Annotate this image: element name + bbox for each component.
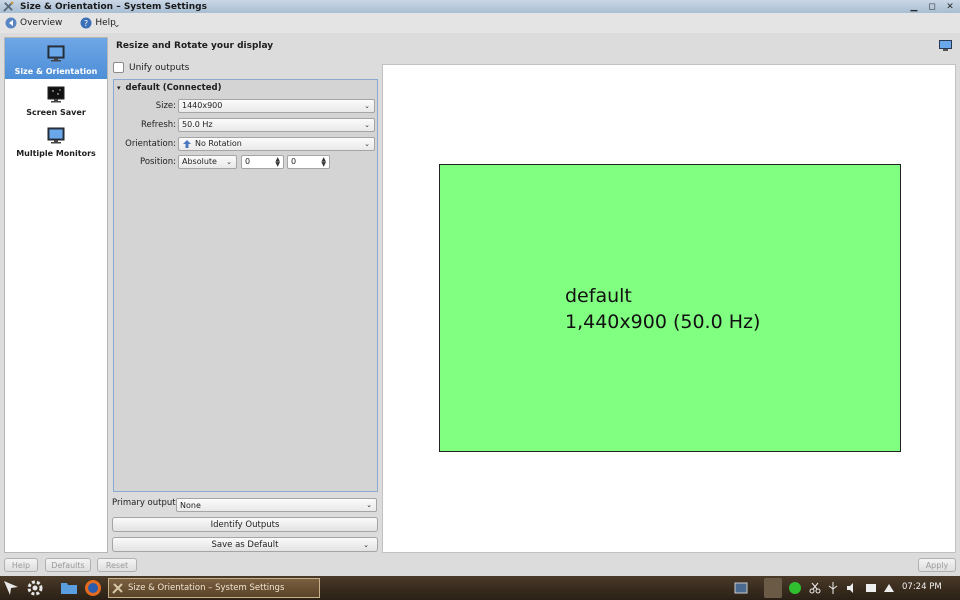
spin-arrows-icon[interactable]: ▲ ▼ [321, 156, 326, 167]
chevron-down-icon: ⌄ [364, 120, 370, 129]
volume-icon[interactable] [845, 581, 859, 595]
screen-saver-icon [47, 86, 65, 103]
display-preview: default 1,440x900 (50.0 Hz) [382, 64, 956, 553]
collapse-triangle-icon[interactable]: ▾ [117, 84, 121, 92]
usb-icon[interactable] [826, 581, 840, 595]
output-header-label: default (Connected) [125, 82, 222, 93]
chevron-down-icon[interactable]: ⌄ [113, 20, 121, 30]
orientation-combo[interactable]: No Rotation ⌄ [178, 136, 375, 151]
sidebar-item-screen-saver[interactable]: Screen Saver [5, 79, 107, 120]
spin-arrows-icon[interactable]: ▲ ▼ [275, 156, 280, 167]
output-screen-label: default 1,440x900 (50.0 Hz) [565, 283, 760, 335]
output-name: default [565, 285, 632, 307]
taskbar-window-label: Size & Orientation – System Settings [128, 583, 285, 593]
back-arrow-icon [5, 17, 17, 29]
window-title: Size & Orientation – System Settings [20, 1, 207, 12]
unify-outputs-label: Unify outputs [129, 62, 190, 73]
settings-gear-icon[interactable] [26, 579, 44, 597]
defaults-button[interactable]: Defaults [45, 558, 91, 572]
taskbar: Size & Orientation – System Settings 07:… [0, 576, 960, 600]
primary-output-combo[interactable]: None ⌄ [176, 498, 377, 512]
position-y-spinbox[interactable]: 0 ▲ ▼ [287, 154, 330, 169]
position-label: Position: [140, 156, 176, 167]
output-screen-rect[interactable]: default 1,440x900 (50.0 Hz) [439, 164, 901, 452]
save-as-default-label: Save as Default [211, 539, 279, 550]
rotation-arrow-icon [183, 139, 191, 148]
help-dialog-button[interactable]: Help [4, 558, 38, 572]
unify-outputs-checkbox[interactable]: Unify outputs [113, 62, 189, 73]
output-header[interactable]: ▾ default (Connected) [114, 80, 377, 95]
chevron-down-icon: ⌄ [366, 501, 372, 509]
size-row: Size: 1440x900 ⌄ [114, 98, 379, 113]
orientation-label: Orientation: [125, 138, 176, 149]
sidebar-item-label: Multiple Monitors [16, 149, 96, 158]
page-title: Resize and Rotate your display [116, 41, 274, 51]
position-x-value: 0 [245, 157, 251, 166]
refresh-label: Refresh: [141, 119, 176, 130]
sidebar-item-size-orientation[interactable]: Size & Orientation [5, 38, 107, 79]
orientation-value: No Rotation [195, 139, 242, 148]
toolbar: Overview ? Help ⌄ [0, 13, 960, 33]
sidebar-item-label: Size & Orientation [14, 67, 98, 76]
firefox-icon[interactable] [84, 579, 102, 597]
refresh-value: 50.0 Hz [182, 120, 213, 129]
size-label: Size: [155, 100, 176, 111]
sidebar-item-label: Screen Saver [26, 108, 86, 117]
close-button[interactable]: ✕ [944, 1, 956, 12]
primary-output-row: Primary output: [112, 498, 178, 508]
display-icon[interactable] [938, 39, 953, 52]
clock[interactable]: 07:24 PM [902, 582, 942, 592]
identify-outputs-button[interactable]: Identify Outputs [112, 517, 378, 532]
overview-label: Overview [20, 18, 63, 28]
position-x-spinbox[interactable]: 0 ▲ ▼ [241, 154, 284, 169]
primary-output-label: Primary output: [112, 498, 179, 508]
launcher-icon[interactable] [2, 579, 20, 597]
position-row: Position: Absolute ⌄ 0 ▲ ▼ 0 ▲ ▼ [114, 154, 379, 169]
help-icon: ? [80, 17, 92, 29]
position-y-value: 0 [291, 157, 297, 166]
orientation-row: Orientation: No Rotation ⌄ [114, 136, 379, 151]
checkbox[interactable] [113, 62, 124, 73]
output-resolution: 1,440x900 (50.0 Hz) [565, 311, 761, 333]
tray-handle[interactable] [764, 578, 782, 598]
folder-icon[interactable] [60, 579, 78, 597]
refresh-combo[interactable]: 50.0 Hz ⌄ [178, 117, 375, 132]
taskbar-window-button[interactable]: Size & Orientation – System Settings [108, 578, 320, 598]
chevron-down-icon: ⌄ [364, 139, 370, 148]
reset-button[interactable]: Reset [97, 558, 137, 572]
title-bar: Size & Orientation – System Settings ▁ ◻… [0, 0, 960, 13]
identify-outputs-label: Identify Outputs [210, 519, 280, 530]
settings-app-icon [3, 1, 14, 12]
sidebar-item-multiple-monitors[interactable]: Multiple Monitors [5, 120, 107, 161]
position-mode-value: Absolute [182, 157, 217, 166]
position-mode-combo[interactable]: Absolute ⌄ [178, 154, 237, 169]
primary-output-value: None [180, 500, 201, 510]
update-status-icon[interactable] [788, 581, 802, 595]
terminal-icon[interactable] [734, 581, 748, 595]
scissors-icon[interactable] [808, 581, 822, 595]
chevron-down-icon: ⌄ [226, 157, 232, 166]
chevron-down-icon[interactable]: ⌄ [363, 541, 369, 549]
overview-button[interactable]: Overview [0, 14, 67, 32]
monitor-icon [47, 127, 65, 144]
network-icon[interactable] [864, 581, 878, 595]
save-as-default-button[interactable]: Save as Default ⌄ [112, 537, 378, 552]
size-combo[interactable]: 1440x900 ⌄ [178, 98, 375, 113]
chevron-down-icon: ⌄ [364, 101, 370, 110]
size-value: 1440x900 [182, 101, 223, 110]
minimize-button[interactable]: ▁ [908, 1, 920, 12]
apply-button[interactable]: Apply [918, 558, 956, 572]
svg-text:?: ? [84, 19, 88, 28]
monitor-icon [47, 45, 65, 62]
maximize-button[interactable]: ◻ [926, 1, 938, 12]
refresh-row: Refresh: 50.0 Hz ⌄ [114, 117, 379, 132]
expand-tray-icon[interactable] [882, 581, 896, 595]
sidebar: Size & Orientation Screen Saver Multiple… [4, 37, 108, 553]
settings-app-icon [112, 583, 123, 594]
output-panel: ▾ default (Connected) Size: 1440x900 ⌄ R… [113, 79, 378, 492]
